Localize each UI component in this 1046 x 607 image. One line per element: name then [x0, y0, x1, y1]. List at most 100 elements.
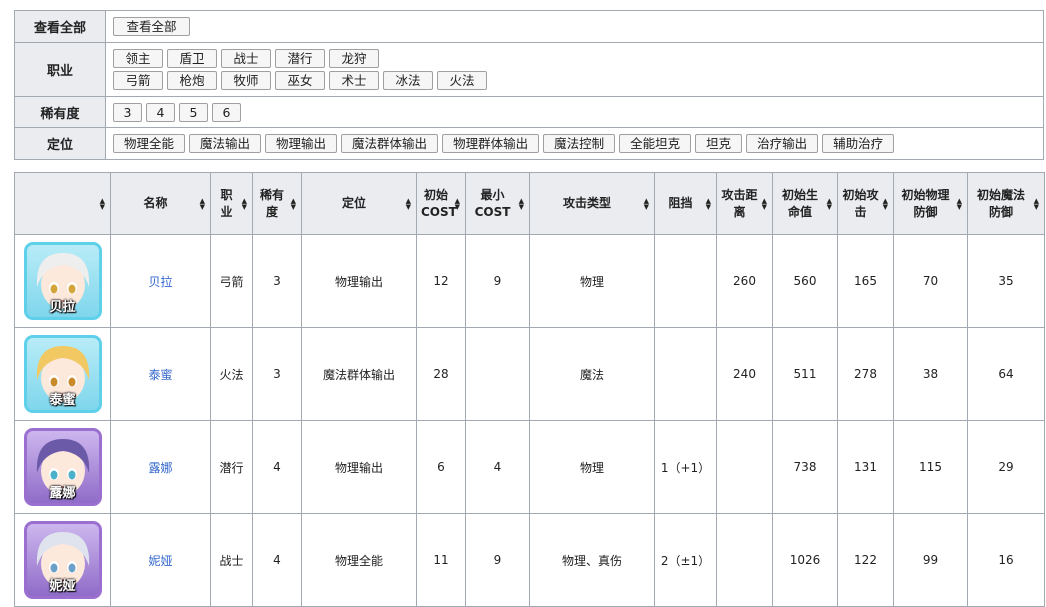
- column-header[interactable]: 最小 COST ▲ ▼: [465, 172, 530, 235]
- sort-arrows-icon[interactable]: ▲ ▼: [957, 197, 962, 210]
- mdef-cell: 64: [967, 327, 1045, 421]
- sort-arrows-icon[interactable]: ▲ ▼: [519, 197, 524, 210]
- sort-arrows-icon[interactable]: ▲ ▼: [200, 197, 205, 210]
- sort-arrows-icon[interactable]: ▲ ▼: [883, 197, 888, 210]
- sort-arrows-icon[interactable]: ▲ ▼: [100, 197, 105, 210]
- pdef-cell: 38: [893, 327, 968, 421]
- job-cell: 火法: [210, 327, 253, 421]
- filter-button-role[interactable]: 魔法控制: [543, 134, 616, 153]
- character-avatar[interactable]: 露娜: [23, 428, 102, 506]
- sort-arrows-icon[interactable]: ▲ ▼: [644, 197, 649, 210]
- column-header[interactable]: 攻击类型 ▲ ▼: [529, 172, 655, 235]
- filter-button-role[interactable]: 坦克: [695, 134, 743, 153]
- filter-button-role[interactable]: 物理群体输出: [442, 134, 540, 153]
- table-header-row: ▲ ▼ 名称 ▲ ▼ 职业 ▲ ▼ 稀有度 ▲ ▼ 定位 ▲ ▼ 初始 COST ▲ ▼ 最小 COS…: [14, 172, 1045, 235]
- filter-button-job[interactable]: 弓箭: [113, 71, 163, 90]
- atk-cell: 131: [837, 420, 894, 514]
- filter-button-rarity[interactable]: 5: [179, 102, 208, 122]
- hp-cell: 560: [772, 234, 838, 328]
- filter-button-job[interactable]: 火法: [437, 71, 487, 90]
- filter-button-all[interactable]: 查看全部: [113, 17, 190, 36]
- column-header[interactable]: 初始生命值 ▲ ▼: [772, 172, 838, 235]
- attack-type-cell: 物理、真伤: [529, 513, 655, 607]
- sort-arrows-icon[interactable]: ▲ ▼: [706, 197, 711, 210]
- pdef-cell: 115: [893, 420, 968, 514]
- filter-button-job[interactable]: 战士: [221, 49, 271, 68]
- character-avatar[interactable]: 泰蜜: [23, 335, 102, 413]
- filter-button-role[interactable]: 辅助治疗: [822, 134, 895, 153]
- atk-cell: 122: [837, 513, 894, 607]
- filter-row-all: 查看全部 查看全部: [14, 10, 1044, 43]
- filter-button-role[interactable]: 魔法输出: [189, 134, 262, 153]
- rarity-cell: 3: [252, 327, 302, 421]
- filter-label: 职业: [14, 42, 106, 97]
- filter-button-rarity[interactable]: 4: [146, 102, 175, 122]
- pdef-cell: 70: [893, 234, 968, 328]
- filter-button-role[interactable]: 全能坦克: [619, 134, 692, 153]
- sort-arrows-icon[interactable]: ▲ ▼: [1034, 197, 1039, 210]
- character-name-link[interactable]: 妮娅: [148, 554, 172, 568]
- filter-button-rarity[interactable]: 6: [212, 102, 241, 122]
- filter-button-role[interactable]: 治疗输出: [746, 134, 819, 153]
- role-cell: 物理输出: [301, 234, 417, 328]
- range-cell: [716, 513, 773, 607]
- filter-button-job[interactable]: 领主: [113, 49, 163, 68]
- column-header[interactable]: 名称 ▲ ▼: [110, 172, 211, 235]
- filter-button-job[interactable]: 冰法: [383, 71, 433, 90]
- rarity-cell: 3: [252, 234, 302, 328]
- filter-button-job[interactable]: 牧师: [221, 71, 271, 90]
- range-cell: [716, 420, 773, 514]
- column-header[interactable]: 初始魔法防御 ▲ ▼: [967, 172, 1045, 235]
- avatar-name-tag: 妮娅: [49, 579, 76, 594]
- column-header[interactable]: 初始 COST ▲ ▼: [416, 172, 466, 235]
- filter-label: 定位: [14, 127, 106, 160]
- column-header[interactable]: 初始物理防御 ▲ ▼: [893, 172, 968, 235]
- character-name-link[interactable]: 泰蜜: [148, 368, 172, 382]
- table-row: 泰蜜 泰蜜 火法 3 魔法群体输出 28 魔法 240 511 278 38 6…: [14, 327, 1045, 421]
- character-name-link[interactable]: 露娜: [148, 461, 172, 475]
- filter-button-job[interactable]: 盾卫: [167, 49, 217, 68]
- sort-arrows-icon[interactable]: ▲ ▼: [455, 197, 460, 210]
- filter-button-job[interactable]: 龙狩: [329, 49, 379, 68]
- hp-cell: 738: [772, 420, 838, 514]
- filter-button-job[interactable]: 潜行: [275, 49, 325, 68]
- column-header[interactable]: 职业 ▲ ▼: [210, 172, 253, 235]
- character-avatar[interactable]: 贝拉: [23, 242, 102, 320]
- mdef-cell: 16: [967, 513, 1045, 607]
- sort-arrows-icon[interactable]: ▲ ▼: [242, 197, 247, 210]
- column-header[interactable]: 阻挡 ▲ ▼: [654, 172, 717, 235]
- block-cell: 2（±1）: [654, 513, 717, 607]
- range-cell: 260: [716, 234, 773, 328]
- attack-type-cell: 物理: [529, 234, 655, 328]
- table-row: 妮娅 妮娅 战士 4 物理全能 11 9 物理、真伤 2（±1） 1026 12…: [14, 513, 1045, 607]
- column-header[interactable]: 稀有度 ▲ ▼: [252, 172, 302, 235]
- filter-button-role[interactable]: 物理全能: [113, 134, 186, 153]
- filter-button-role[interactable]: 物理输出: [265, 134, 338, 153]
- min-cost-cell: 4: [465, 420, 530, 514]
- column-header[interactable]: 初始攻击 ▲ ▼: [837, 172, 894, 235]
- attack-type-cell: 物理: [529, 420, 655, 514]
- character-name-link[interactable]: 贝拉: [148, 275, 172, 289]
- sort-arrows-icon[interactable]: ▲ ▼: [762, 197, 767, 210]
- role-cell: 物理输出: [301, 420, 417, 514]
- role-cell: 魔法群体输出: [301, 327, 417, 421]
- cost-cell: 28: [416, 327, 466, 421]
- sort-arrows-icon[interactable]: ▲ ▼: [291, 197, 296, 210]
- filter-button-job[interactable]: 术士: [329, 71, 379, 90]
- filter-button-job[interactable]: 巫女: [275, 71, 325, 90]
- cost-cell: 11: [416, 513, 466, 607]
- min-cost-cell: 9: [465, 234, 530, 328]
- sort-arrows-icon[interactable]: ▲ ▼: [406, 197, 411, 210]
- column-header[interactable]: 攻击距离 ▲ ▼: [716, 172, 773, 235]
- sort-arrows-icon[interactable]: ▲ ▼: [827, 197, 832, 210]
- filter-button-role[interactable]: 魔法群体输出: [341, 134, 439, 153]
- column-header[interactable]: ▲ ▼: [14, 172, 111, 235]
- avatar-name-tag: 贝拉: [49, 300, 76, 315]
- atk-cell: 165: [837, 234, 894, 328]
- block-cell: [654, 327, 717, 421]
- filter-button-rarity[interactable]: 3: [113, 102, 142, 122]
- column-header[interactable]: 定位 ▲ ▼: [301, 172, 417, 235]
- hp-cell: 511: [772, 327, 838, 421]
- filter-button-job[interactable]: 枪炮: [167, 71, 217, 90]
- character-avatar[interactable]: 妮娅: [23, 521, 102, 599]
